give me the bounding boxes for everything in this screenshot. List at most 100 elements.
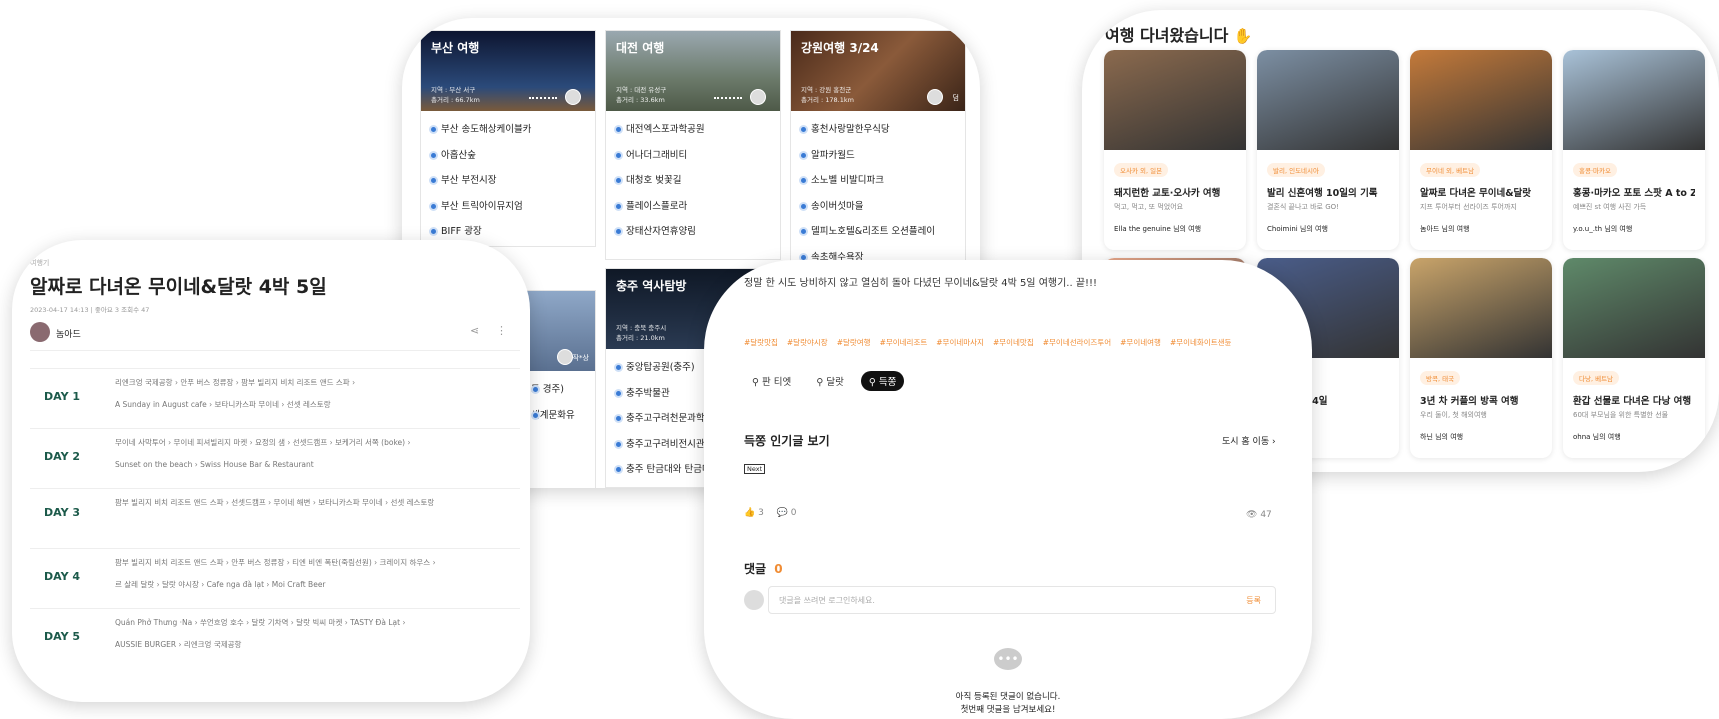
travel-card[interactable]: 다낭, 베트남환갑 선물로 다녀온 다낭 여행 60대 부모님을 위한 특별한 선… [1563,258,1705,458]
hashtag[interactable]: #무이네맛집 [993,337,1034,348]
place-item[interactable]: 아홉산숲 [429,143,587,169]
travel-title: 환갑 선물로 다녀온 다낭 여행 [1573,396,1692,407]
hashtag[interactable]: #무이네마사지 [936,337,984,348]
hashtag[interactable]: #달랏야시장 [787,337,828,348]
city-chip[interactable]: ⚲ 달랏 [808,371,851,391]
comment-input[interactable]: 댓글을 쓰려면 로그인하세요. 등록 [768,586,1276,614]
submit-button[interactable]: 등록 [1246,595,1261,606]
place-item[interactable]: 델피노호텔&리조트 오션플레이 [799,219,957,245]
travel-card[interactable]: 오사카 외, 일본 돼지런한 교토·오사카 여행 먹고, 먹고, 또 먹었어요 Ell… [1104,50,1246,250]
region-card-daejeon[interactable]: 대전 여행 지역 : 대전 유성구 총거리 : 33.6km 대전엑스포과학공원 … [605,30,781,260]
day-route[interactable]: AUSSIE BURGER › 리엔크엉 국제공항 [115,634,241,656]
place-item[interactable]: 알파카월드 [799,143,957,169]
region-image: 강원여행 3/24 지역 : 강원 홍천군 총거리 : 178.1km 덤 [791,31,965,111]
day-route[interactable]: 르 살레 달랏 › 달랏 야시장 › Cafe nga đà lạt › Moi… [115,574,326,596]
day-route[interactable]: 리엔크엉 국제공항 › 안푸 버스 정류장 › 팜부 빌리지 비치 리조트 앤드… [115,372,355,394]
comment-placeholder: 댓글을 쓰려면 로그인하세요. [779,596,875,605]
travel-title: 발리 신혼여행 10일의 기록 [1267,188,1378,199]
post-body: 정말 한 시도 낭비하지 않고 열심히 돌아 다녔던 무이네&달랏 4박 5일 … [744,278,1098,289]
place-item[interactable]: 부산 송도해상케이블카 [429,117,587,143]
day-divider [30,548,520,549]
place-item[interactable]: 송이버섯마을 [799,194,957,220]
place-item[interactable]: 대전엑스포과학공원 [614,117,772,143]
divider [30,350,520,351]
day-route[interactable]: 팜부 빌리지 비치 리조트 앤드 스파 › 안푸 버스 정류장 › 티엔 비엔 … [115,552,436,574]
region-distance: 총거리 : 66.7km [431,96,480,104]
location-badge: 다낭, 베트남 [1573,371,1620,385]
place-item[interactable]: 플레이스플로라 [614,194,772,220]
author-name[interactable]: 놈아드 [56,327,81,340]
place-item[interactable]: 소노벨 비발디파크 [799,168,957,194]
day-label: DAY 1 [44,390,81,403]
region-card-busan[interactable]: 부산 여행 지역 : 부산 서구 총거리 : 66.7km 부산 송도해상케이블카… [420,30,596,263]
travel-card[interactable]: 발리, 인도네시아 발리 신혼여행 10일의 기록 결혼식 끝나고 바로 GO! Ch… [1257,50,1399,250]
next-button[interactable]: Next [744,464,766,474]
travel-subtitle: 60대 부모님을 위한 특별한 선물 [1573,411,1669,419]
place-item[interactable]: 트 경주) [531,377,587,403]
itinerary-panel: 여행기 알짜로 다녀온 무이네&달랏 4박 5일 2023-04-17 14:1… [12,240,530,702]
city-home-link[interactable]: 도시 홈 이동 › [1222,434,1276,447]
day-label: DAY 5 [44,630,81,643]
region-image: 부산 여행 지역 : 부산 서구 총거리 : 66.7km [421,31,595,111]
hashtag[interactable]: #무이네여행 [1120,337,1161,348]
pin-icon: ⚲ [816,377,824,388]
place-item[interactable]: 장태산자연휴양림 [614,219,772,245]
region-area: 지역 : 충북 충주시 [616,324,667,332]
pin-icon: ⚲ [868,377,876,388]
view-count: 47 [1260,510,1272,520]
city-chip-active[interactable]: ⚲ 득쫑 [860,371,905,391]
comment-count: 0 [790,508,797,518]
region-distance: 총거리 : 21.0km [616,334,665,342]
comment-heading: 댓글 [744,562,767,576]
place-item[interactable]: 어나더그래비티 [614,143,772,169]
region-area: 지역 : 부산 서구 [431,86,476,94]
day-divider [30,428,520,429]
like-icon[interactable]: 👍 [744,508,755,518]
region-area: 지역 : 강원 홍천군 [801,86,852,94]
day-route[interactable]: 무이네 사막투어 › 무이네 피셔빌리지 마켓 › 요정의 샘 › 선셋드캠프 … [115,432,410,454]
breadcrumb[interactable]: 여행기 [30,258,49,268]
comment-icon[interactable]: 💬 [777,508,788,518]
post-meta: 2023-04-17 14:13 | 좋아요 3 조회수 47 [30,306,150,314]
hashtag[interactable]: #무이네화이트샌듄 [1170,337,1231,348]
region-card-gangwon[interactable]: 강원여행 3/24 지역 : 강원 홍천군 총거리 : 178.1km 덤 홍천사… [790,30,966,270]
location-badge: 방콕, 태국 [1420,371,1461,385]
travel-author: ohna 님의 여행 [1573,433,1621,441]
share-icon[interactable]: ⋖ [470,324,479,337]
hashtag[interactable]: #무이네리조트 [880,337,928,348]
travel-title: 홍콩·마카오 포토 스팟 A to Z [1573,188,1695,199]
waving-hand-icon: ✋ [1233,27,1253,45]
travel-card[interactable]: 무이네 외, 베트남 알짜로 다녀온 무이네&달랏 지프 투어부터 선라이즈 투어까… [1410,50,1552,250]
place-item[interactable]: 부산 부전시장 [429,168,587,194]
hashtag[interactable]: #달랏여행 [837,337,871,348]
avatar [744,590,764,610]
travel-photo [1410,258,1552,358]
day-route[interactable]: Quán Phở Thưng ·Na › 쑤언흐엉 호수 › 달랏 기차역 › … [115,612,405,634]
place-item[interactable]: 홍천사랑말한우식당 [799,117,957,143]
travel-card[interactable]: 홍콩·마카오 홍콩·마카오 포토 스팟 A to Z 예쁘진 st 여행 사진 가득… [1563,50,1705,250]
place-item[interactable]: 부산 트릭아이뮤지엄 [429,194,587,220]
travel-card[interactable]: 방콕, 태국 3년 차 커플의 방콕 여행 우리 둘이, 첫 해외여행 하닌 님의 여… [1410,258,1552,458]
post-detail-panel: 정말 한 시도 낭비하지 않고 열심히 돌아 다녔던 무이네&달랏 4박 5일 … [704,260,1312,719]
hashtag[interactable]: #달랏맛집 [744,337,778,348]
hashtag[interactable]: #무이네선라이즈투어 [1043,337,1111,348]
travel-title: 돼지런한 교토·오사카 여행 [1114,188,1221,199]
route-dots [714,97,742,99]
place-item[interactable]: 대청호 벚꽃길 [614,168,772,194]
region-title: 강원여행 3/24 [801,41,879,55]
place-item[interactable]: 세계문화유 [531,403,587,429]
day-route[interactable]: A Sunday in August cafe › 보타니카스파 무이네 › 선… [115,394,331,416]
day-label: DAY 2 [44,450,81,463]
day-route[interactable]: Sunset on the beach › Swiss House Bar & … [115,454,314,476]
travel-author: 놈아드 님의 여행 [1420,225,1470,233]
region-distance: 총거리 : 33.6km [616,96,665,104]
avatar[interactable] [30,322,50,342]
city-chip[interactable]: ⚲ 판 티엣 [744,371,799,391]
more-icon[interactable]: ⋮ [496,324,507,337]
travel-subtitle: 먹고, 먹고, 또 먹었어요 [1114,203,1184,211]
like-count: 3 [758,508,764,518]
day-route[interactable]: 팜부 빌리지 비치 리조트 앤드 스파 › 선셋드캠프 › 무이네 해변 › 보… [115,492,434,514]
day-divider [30,608,520,609]
region-image: 대전 여행 지역 : 대전 유성구 총거리 : 33.6km [606,31,780,111]
empty-comments-cta: 첫번째 댓글을 남겨보세요! [960,705,1056,715]
